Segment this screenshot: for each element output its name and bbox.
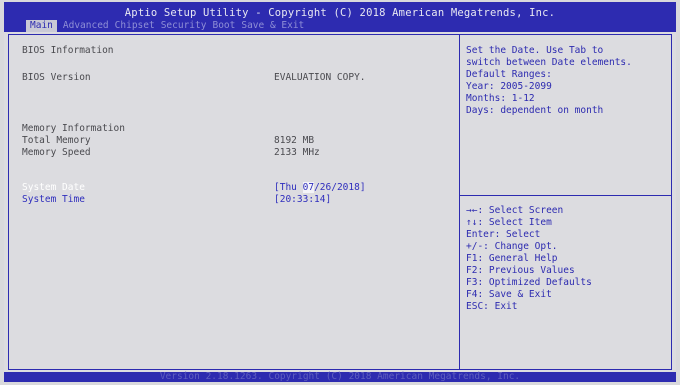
system-time-label[interactable]: System Time <box>22 194 85 206</box>
help-line: Set the Date. Use Tab to <box>466 45 604 56</box>
menu-bar: Main Advanced Chipset Security Boot Save… <box>26 20 310 32</box>
footer-bar: Version 2.18.1263. Copyright (C) 2018 Am… <box>4 371 676 382</box>
key-change-opt: +/-: Change Opt. <box>466 241 558 252</box>
system-date-prefix: [Thu <box>274 182 303 193</box>
help-divider <box>460 195 671 196</box>
system-date-month[interactable]: 07 <box>302 182 315 193</box>
help-line: Months: 1-12 <box>466 93 535 104</box>
tab-boot[interactable]: Boot <box>212 20 235 32</box>
bios-info-header: BIOS Information <box>22 45 114 56</box>
system-date-field[interactable]: [Thu 07/26/2018] <box>274 182 366 194</box>
tab-main[interactable]: Main <box>26 20 57 32</box>
help-line: Days: dependent on month <box>466 105 604 116</box>
key-f4: F4: Save & Exit <box>466 289 552 300</box>
tab-chipset[interactable]: Chipset <box>115 20 155 32</box>
tab-security[interactable]: Security <box>161 20 207 32</box>
key-f2: F2: Previous Values <box>466 265 575 276</box>
memory-speed-value: 2133 MHz <box>274 147 320 158</box>
key-enter: Enter: Select <box>466 229 541 240</box>
help-text: Set the Date. Use Tab to switch between … <box>466 45 632 117</box>
panel-divider <box>459 35 460 369</box>
title-bar: Aptio Setup Utility - Copyright (C) 2018… <box>4 2 676 32</box>
help-line: Year: 2005-2099 <box>466 81 552 92</box>
key-select-item: ↑↓: Select Item <box>466 217 552 228</box>
system-date-suffix: /26/2018] <box>314 182 366 193</box>
bios-screen: Aptio Setup Utility - Copyright (C) 2018… <box>4 2 676 382</box>
memory-speed-label: Memory Speed <box>22 147 91 158</box>
system-time-value[interactable]: [20:33:14] <box>274 194 331 206</box>
total-memory-value: 8192 MB <box>274 135 315 146</box>
help-line: switch between Date elements. <box>466 57 632 68</box>
footer-text: Version 2.18.1263. Copyright (C) 2018 Am… <box>159 371 521 382</box>
total-memory-label: Total Memory <box>22 135 91 146</box>
title-text: Aptio Setup Utility - Copyright (C) 2018… <box>124 7 556 19</box>
key-esc: ESC: Exit <box>466 301 518 312</box>
key-select-screen: →←: Select Screen <box>466 205 564 216</box>
key-f1: F1: General Help <box>466 253 558 264</box>
tab-save-exit[interactable]: Save & Exit <box>241 20 304 32</box>
help-line: Default Ranges: <box>466 69 552 80</box>
key-legend: →←: Select Screen ↑↓: Select Item Enter:… <box>466 205 592 313</box>
main-frame: BIOS Information BIOS Version EVALUATION… <box>8 34 672 370</box>
memory-info-header: Memory Information <box>22 123 125 134</box>
bios-version-value: EVALUATION COPY. <box>274 72 366 83</box>
system-date-label[interactable]: System Date <box>22 182 85 194</box>
key-f3: F3: Optimized Defaults <box>466 277 592 288</box>
tab-advanced[interactable]: Advanced <box>63 20 109 32</box>
bios-version-label: BIOS Version <box>22 72 91 83</box>
